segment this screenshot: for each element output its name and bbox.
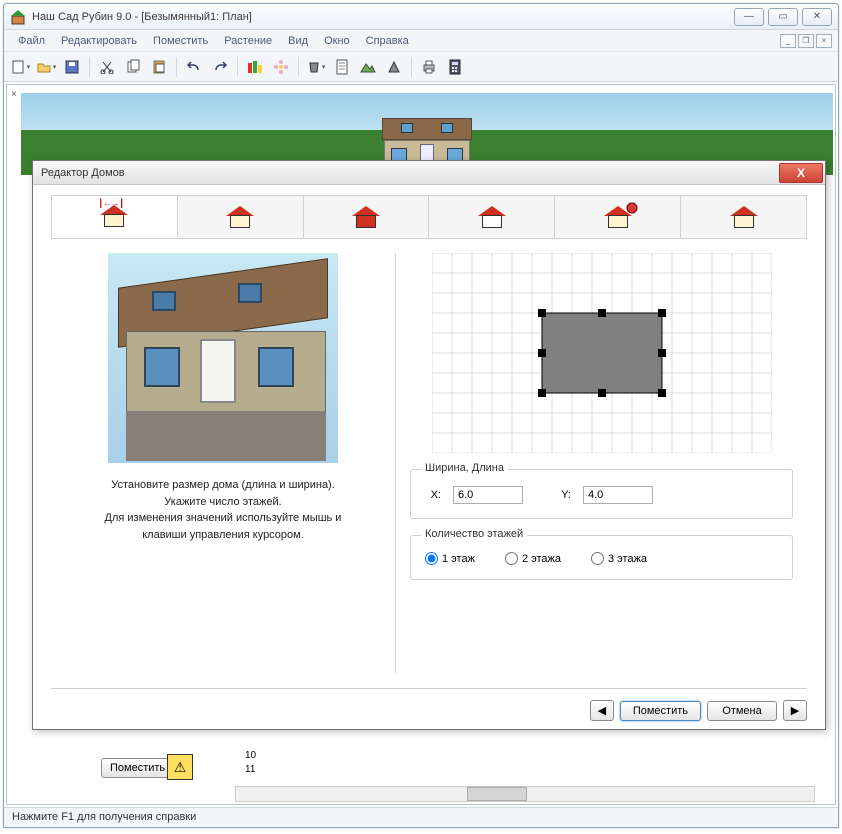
close-button[interactable]: ✕ xyxy=(802,8,832,26)
titlebar: Наш Сад Рубин 9.0 - [Безымянный1: План] … xyxy=(4,4,838,30)
cancel-button[interactable]: Отмена xyxy=(707,701,777,721)
tool-cone-icon[interactable] xyxy=(382,55,406,79)
footprint-editor[interactable] xyxy=(432,253,772,453)
x-label: X: xyxy=(425,489,441,501)
mdi-close-icon[interactable]: × xyxy=(816,34,832,48)
menu-file[interactable]: Файл xyxy=(10,33,53,49)
tool-colorchart[interactable] xyxy=(243,55,267,79)
menu-plant[interactable]: Растение xyxy=(216,33,280,49)
tool-flower-icon[interactable] xyxy=(269,55,293,79)
floor-3-radio[interactable]: 3 этажа xyxy=(591,552,647,565)
menu-view[interactable]: Вид xyxy=(280,33,316,49)
window-title: Наш Сад Рубин 9.0 - [Безымянный1: План] xyxy=(32,11,734,23)
dialog-close-button[interactable]: X xyxy=(779,163,823,183)
place-button-bottom[interactable]: Поместить xyxy=(101,758,174,778)
tab-window-icon[interactable] xyxy=(555,196,681,238)
cut-button[interactable] xyxy=(95,55,119,79)
save-button[interactable] xyxy=(60,55,84,79)
ruler-tick: 10 xyxy=(245,750,256,761)
house-editor-dialog: Редактор Домов X ┃←→┃ xyxy=(32,160,826,730)
paste-button[interactable] xyxy=(147,55,171,79)
floor-2-radio[interactable]: 2 этажа xyxy=(505,552,561,565)
mdi-restore-icon[interactable]: ❐ xyxy=(798,34,814,48)
tab-dimensions[interactable]: ┃←→┃ xyxy=(52,196,178,238)
tool-bucket-icon[interactable] xyxy=(304,55,328,79)
tool-terrain-icon[interactable] xyxy=(356,55,380,79)
floors-group: Количество этажей 1 этаж 2 этажа 3 этажа xyxy=(410,535,793,580)
floors-legend: Количество этажей xyxy=(421,528,527,540)
warning-icon[interactable]: ⚠ xyxy=(167,754,193,780)
tool-calc-icon[interactable] xyxy=(443,55,467,79)
prev-button[interactable]: ◀ xyxy=(590,700,614,721)
dialog-titlebar: Редактор Домов X xyxy=(33,161,825,185)
mdi-minimize-icon[interactable]: _ xyxy=(780,34,796,48)
ruler: 10 11 xyxy=(235,750,833,782)
main-window: Наш Сад Рубин 9.0 - [Безымянный1: План] … xyxy=(3,3,839,828)
menu-edit[interactable]: Редактировать xyxy=(53,33,145,49)
floor-1-radio[interactable]: 1 этаж xyxy=(425,552,475,565)
ruler-tick: 11 xyxy=(245,764,255,775)
tab-roof-icon[interactable] xyxy=(681,196,806,238)
x-input[interactable] xyxy=(453,486,523,504)
tab-style-icon[interactable] xyxy=(178,196,304,238)
place-button[interactable]: Поместить xyxy=(620,701,701,721)
minimize-button[interactable]: — xyxy=(734,8,764,26)
dimensions-group: Ширина, Длина X: Y: xyxy=(410,469,793,519)
horizontal-scrollbar[interactable] xyxy=(235,786,815,802)
menu-window[interactable]: Окно xyxy=(316,33,358,49)
maximize-button[interactable]: ▭ xyxy=(768,8,798,26)
open-button[interactable] xyxy=(34,55,58,79)
menu-help[interactable]: Справка xyxy=(358,33,417,49)
menubar: Файл Редактировать Поместить Растение Ви… xyxy=(4,30,838,52)
y-label: Y: xyxy=(555,489,571,501)
menu-place[interactable]: Поместить xyxy=(145,33,216,49)
copy-button[interactable] xyxy=(121,55,145,79)
hint-text: Установите размер дома (длина и ширина).… xyxy=(61,477,385,543)
toolbar xyxy=(4,52,838,82)
tab-color-icon[interactable] xyxy=(304,196,430,238)
tab-door-icon[interactable] xyxy=(429,196,555,238)
tool-print-icon[interactable] xyxy=(417,55,441,79)
next-button[interactable]: ▶ xyxy=(783,700,807,721)
y-input[interactable] xyxy=(583,486,653,504)
house-preview xyxy=(108,253,338,463)
dialog-title: Редактор Домов xyxy=(41,167,125,179)
undo-button[interactable] xyxy=(182,55,206,79)
panel-close-icon[interactable]: × xyxy=(11,89,21,99)
app-icon xyxy=(10,9,26,25)
tab-row: ┃←→┃ xyxy=(51,195,807,239)
tool-sheet-icon[interactable] xyxy=(330,55,354,79)
new-button[interactable] xyxy=(8,55,32,79)
redo-button[interactable] xyxy=(208,55,232,79)
dimensions-legend: Ширина, Длина xyxy=(421,462,508,474)
status-text: Нажмите F1 для получения справки xyxy=(12,811,196,823)
statusbar: Нажмите F1 для получения справки xyxy=(4,807,838,827)
